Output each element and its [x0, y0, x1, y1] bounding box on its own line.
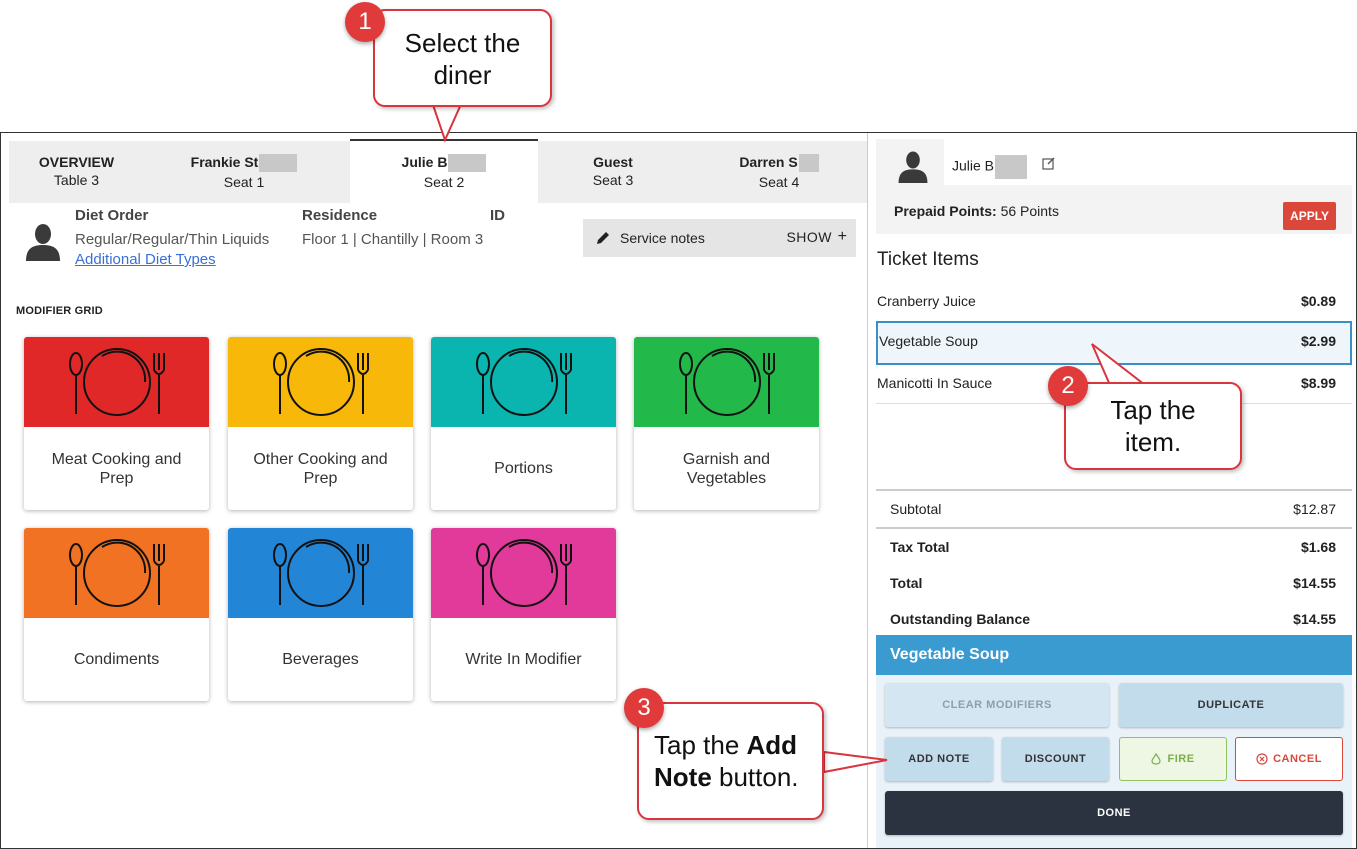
callout-text: Select the diner [404, 28, 521, 90]
callout-tap-item: Tap the item. [1064, 382, 1242, 470]
step-badge: 1 [345, 2, 385, 42]
step-badge: 2 [1048, 366, 1088, 406]
callout-text-part: button. [711, 762, 799, 792]
callout-text-bold: Add [746, 730, 798, 760]
step-badge: 3 [624, 688, 664, 728]
callout-text: Tap the item. [1110, 395, 1196, 457]
callout-text: Tap the Add Note button. [654, 729, 799, 793]
callout-add-note: Tap the Add Note button. [637, 702, 824, 820]
callout-select-diner: Select the diner [373, 9, 552, 107]
callout-text-bold: Note [654, 762, 712, 792]
callout-text-part: Tap the [654, 730, 747, 760]
